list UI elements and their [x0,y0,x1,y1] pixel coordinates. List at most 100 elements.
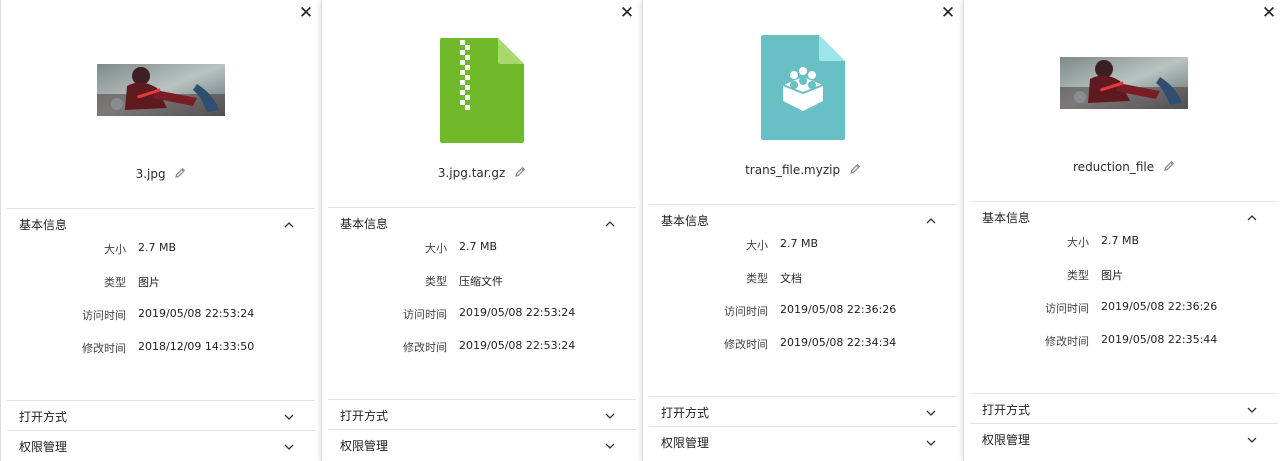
label-modified: 修改时间 [403,341,447,354]
section-permissions[interactable]: 权限管理 [661,434,709,451]
file-properties-panel-1: ✕ 3.jpg 基本信息 大小 2.7 MB 类型 图片 访问时间 2019/0… [0,0,321,461]
label-type: 类型 [425,275,447,288]
value-accessed: 2019/05/08 22:53:24 [459,306,576,319]
divider [7,430,315,431]
info-row-modified: 修改时间 2018/12/09 14:33:50 [1,340,321,356]
label-modified: 修改时间 [724,338,768,351]
section-basic-info[interactable]: 基本信息 [340,215,388,232]
label-size: 大小 [425,242,447,255]
divider [970,201,1278,202]
archive-file-icon [440,38,524,143]
document-file-icon [761,35,845,140]
image-thumbnail [97,64,225,116]
pencil-icon[interactable] [849,163,861,175]
image-preview [964,57,1283,113]
value-modified: 2019/05/08 22:53:24 [459,339,576,352]
info-row-type: 类型 压缩文件 [322,273,642,289]
file-name: 3.jpg [1,167,321,181]
section-permissions[interactable]: 权限管理 [340,437,388,454]
pencil-icon[interactable] [514,166,526,178]
file-name-text: reduction_file [1073,160,1155,174]
divider [328,207,636,208]
close-icon[interactable]: ✕ [1260,4,1278,22]
document-preview [643,35,963,144]
label-type: 类型 [1067,269,1089,282]
divider [649,204,957,205]
info-row-type: 类型 图片 [1,274,321,290]
file-properties-panel-3: ✕ trans_file.myzip 基本信息 大小 2.7 MB 类型 文档 … [642,0,963,461]
label-accessed: 访问时间 [403,308,447,321]
chevron-down-icon[interactable] [925,437,937,449]
section-permissions[interactable]: 权限管理 [19,438,67,455]
divider [7,400,315,401]
close-icon[interactable]: ✕ [297,4,315,22]
value-type: 图片 [138,276,160,289]
value-size: 2.7 MB [459,240,498,253]
label-size: 大小 [104,243,126,256]
divider [328,399,636,400]
section-basic-info[interactable]: 基本信息 [19,216,67,233]
label-type: 类型 [746,272,768,285]
section-open-with[interactable]: 打开方式 [661,404,709,421]
image-preview [1,64,321,120]
label-modified: 修改时间 [1045,335,1089,348]
label-size: 大小 [746,239,768,252]
chevron-down-icon[interactable] [283,411,295,423]
info-row-modified: 修改时间 2019/05/08 22:53:24 [322,339,642,355]
value-size: 2.7 MB [1101,234,1140,247]
info-row-modified: 修改时间 2019/05/08 22:34:34 [643,336,963,352]
value-size: 2.7 MB [138,241,177,254]
label-modified: 修改时间 [82,342,126,355]
info-row-type: 类型 图片 [964,267,1283,283]
label-type: 类型 [104,276,126,289]
chevron-down-icon[interactable] [1246,434,1258,446]
pencil-icon[interactable] [1163,160,1175,172]
section-permissions[interactable]: 权限管理 [982,431,1030,448]
divider [970,423,1278,424]
value-type: 文档 [780,272,802,285]
section-basic-info[interactable]: 基本信息 [661,212,709,229]
section-open-with[interactable]: 打开方式 [340,407,388,424]
value-accessed: 2019/05/08 22:36:26 [780,303,897,316]
chevron-up-icon[interactable] [925,215,937,227]
value-modified: 2019/05/08 22:35:44 [1101,333,1218,346]
divider [970,393,1278,394]
pencil-icon[interactable] [174,167,186,179]
file-name: reduction_file [964,160,1283,174]
value-modified: 2018/12/09 14:33:50 [138,340,255,353]
close-icon[interactable]: ✕ [939,4,957,22]
divider [7,208,315,209]
chevron-down-icon[interactable] [925,407,937,419]
image-thumbnail [1060,57,1188,109]
chevron-down-icon[interactable] [604,410,616,422]
divider [328,429,636,430]
value-type: 图片 [1101,269,1123,282]
file-name-text: 3.jpg [135,167,166,181]
close-icon[interactable]: ✕ [618,4,636,22]
section-basic-info[interactable]: 基本信息 [982,209,1030,226]
info-row-accessed: 访问时间 2019/05/08 22:53:24 [1,307,321,323]
value-accessed: 2019/05/08 22:36:26 [1101,300,1218,313]
info-row-accessed: 访问时间 2019/05/08 22:36:26 [964,300,1283,316]
chevron-down-icon[interactable] [1246,404,1258,416]
label-accessed: 访问时间 [724,305,768,318]
info-row-accessed: 访问时间 2019/05/08 22:36:26 [643,303,963,319]
info-row-size: 大小 2.7 MB [643,237,963,253]
value-modified: 2019/05/08 22:34:34 [780,336,897,349]
archive-preview [322,38,642,147]
chevron-down-icon[interactable] [283,441,295,453]
label-size: 大小 [1067,236,1089,249]
info-row-modified: 修改时间 2019/05/08 22:35:44 [964,333,1283,349]
divider [649,426,957,427]
section-open-with[interactable]: 打开方式 [19,408,67,425]
chevron-up-icon[interactable] [283,219,295,231]
chevron-down-icon[interactable] [604,440,616,452]
info-row-size: 大小 2.7 MB [1,241,321,257]
chevron-up-icon[interactable] [604,218,616,230]
chevron-up-icon[interactable] [1246,212,1258,224]
label-accessed: 访问时间 [82,309,126,322]
value-type: 压缩文件 [459,275,503,288]
section-open-with[interactable]: 打开方式 [982,401,1030,418]
info-row-type: 类型 文档 [643,270,963,286]
file-properties-panel-2: ✕ 3.jpg.tar.gz 基本信息 大小 2.7 MB 类型 压缩文件 访问… [321,0,642,461]
